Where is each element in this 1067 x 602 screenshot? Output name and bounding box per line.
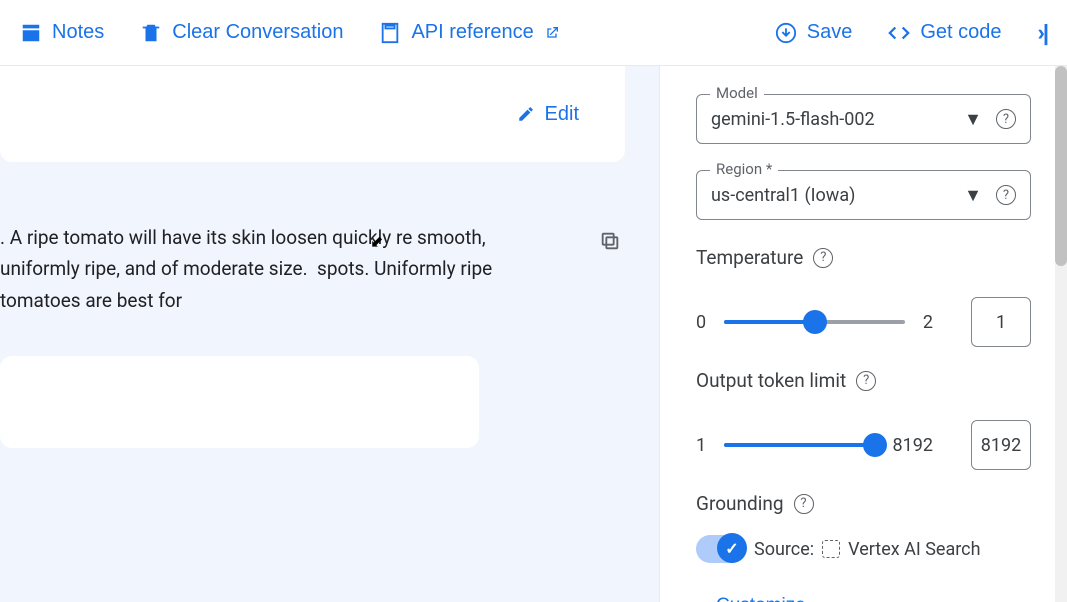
temperature-label: Temperature [696, 246, 803, 269]
check-icon: ✓ [725, 539, 738, 558]
collapse-panel-button[interactable]: ›| [1038, 20, 1047, 46]
save-button[interactable]: Save [775, 21, 853, 44]
help-icon[interactable]: ? [996, 185, 1016, 205]
output-token-max: 8192 [893, 435, 933, 456]
help-icon[interactable]: ? [856, 371, 876, 391]
output-token-slider-row: 1 8192 8192 [696, 420, 1031, 470]
clear-label: Clear Conversation [172, 21, 343, 44]
temperature-thumb[interactable] [803, 310, 827, 334]
temperature-value[interactable]: 1 [971, 297, 1031, 347]
api-ref-label: API reference [411, 21, 533, 44]
output-token-slider[interactable] [724, 443, 874, 447]
grounding-section: Grounding ? ✓ Source: Vertex AI Search C… [696, 492, 1031, 602]
output-token-label: Output token limit [696, 369, 846, 392]
bookmark-icon [379, 22, 401, 44]
temperature-slider-row: 0 2 1 [696, 297, 1031, 347]
conversation-content: Edit ⬋ . A ripe tomato will have its ski… [0, 66, 659, 602]
region-label: Region * [710, 160, 778, 178]
chevron-collapse-icon: ›| [1038, 20, 1047, 45]
model-value: gemini-1.5-flash-002 [711, 109, 964, 130]
region-value: us-central1 (Iowa) [711, 185, 964, 206]
help-icon[interactable]: ? [794, 494, 814, 514]
output-token-thumb[interactable] [863, 433, 887, 457]
model-select-field: Model gemini-1.5-flash-002 ▼ ? [696, 94, 1031, 144]
region-select-field: Region * us-central1 (Iowa) ▼ ? [696, 170, 1031, 220]
temperature-label-row: Temperature ? [696, 246, 1031, 269]
notes-label: Notes [52, 21, 104, 44]
get-code-label: Get code [920, 21, 1001, 44]
grounding-label: Grounding [696, 492, 784, 515]
top-toolbar: Notes Clear Conversation API reference S… [0, 0, 1067, 66]
external-link-icon [544, 25, 560, 41]
scrollbar[interactable] [1055, 66, 1067, 602]
model-label: Model [710, 84, 764, 102]
customize-button[interactable]: Customize [716, 595, 806, 602]
pencil-icon [517, 105, 535, 123]
response-text: . A ripe tomato will have its skin loose… [0, 222, 565, 316]
api-reference-button[interactable]: API reference [379, 21, 559, 44]
copy-icon [599, 230, 621, 252]
temperature-fill [724, 320, 814, 324]
output-token-min: 1 [696, 435, 706, 456]
grounding-row: ✓ Source: Vertex AI Search [696, 535, 1031, 563]
save-icon [775, 22, 797, 44]
get-code-button[interactable]: Get code [888, 21, 1001, 44]
output-token-section: Output token limit ? 1 8192 8192 [696, 369, 1031, 470]
copy-button[interactable] [595, 226, 625, 259]
output-token-fill [724, 443, 874, 447]
grounding-toggle[interactable]: ✓ [696, 535, 746, 563]
save-label: Save [807, 21, 853, 44]
code-icon [888, 22, 910, 44]
help-icon[interactable]: ? [813, 248, 833, 268]
response-area: . A ripe tomato will have its skin loose… [0, 162, 659, 316]
grounding-label-row: Grounding ? [696, 492, 1031, 515]
trash-icon [140, 22, 162, 44]
temperature-section: Temperature ? 0 2 1 [696, 246, 1031, 347]
temperature-max: 2 [923, 312, 933, 333]
output-token-label-row: Output token limit ? [696, 369, 1031, 392]
edit-button[interactable]: Edit [517, 103, 579, 126]
output-token-value[interactable]: 8192 [971, 420, 1031, 470]
temperature-slider[interactable] [724, 320, 905, 324]
settings-sidebar: Model gemini-1.5-flash-002 ▼ ? Region * … [659, 66, 1067, 602]
input-card[interactable] [0, 356, 479, 448]
toggle-knob: ✓ [717, 533, 747, 563]
chevron-down-icon: ▼ [964, 109, 982, 130]
prompt-card: Edit [0, 66, 625, 162]
temperature-min: 0 [696, 312, 706, 333]
main-area: Edit ⬋ . A ripe tomato will have its ski… [0, 66, 1067, 602]
chevron-down-icon: ▼ [964, 185, 982, 206]
source-label: Source: [754, 539, 814, 560]
help-icon[interactable]: ? [996, 109, 1016, 129]
source-icon [822, 540, 840, 558]
scrollbar-thumb[interactable] [1055, 66, 1067, 266]
clear-conversation-button[interactable]: Clear Conversation [140, 21, 343, 44]
notes-icon [20, 22, 42, 44]
source-value: Vertex AI Search [848, 539, 980, 560]
notes-button[interactable]: Notes [20, 21, 104, 44]
edit-label: Edit [545, 103, 579, 126]
